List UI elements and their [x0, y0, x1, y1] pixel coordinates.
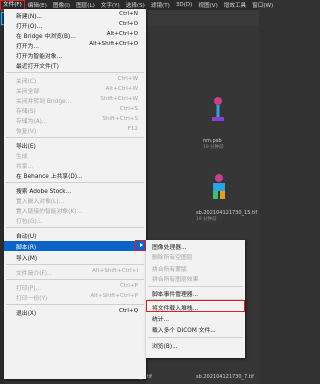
menu-item-place-linked[interactable]: 置入链接的智能对象(K)...: [4, 205, 146, 215]
thumbnail-nm-psb[interactable]: [208, 96, 228, 122]
menu-image[interactable]: 图像(I): [50, 1, 73, 9]
submenu-item-flatten-layer-effects[interactable]: 拼合所有图层效果: [146, 273, 245, 283]
menu-item-scripts[interactable]: 脚本(R): [4, 241, 146, 251]
file-menu-dropdown: 新建(N)... Ctrl+N 打开(O)... Ctrl+O 在 Bridge 中…: [4, 9, 146, 379]
menu-item-print[interactable]: 打印(P)... Ctrl+P: [4, 282, 146, 292]
menu-item-file-info[interactable]: 文件简介(F)... Alt+Shift+Ctrl+I: [4, 267, 146, 277]
menu-plugins[interactable]: 增效工具: [221, 1, 249, 9]
menu-view[interactable]: 视图(V): [195, 1, 220, 9]
menu-item-export[interactable]: 导出(E): [4, 140, 146, 150]
submenu-item-browse[interactable]: 浏览(B)...: [146, 340, 245, 350]
menu-item-close-goto-bridge[interactable]: 关闭并转到 Bridge... Shift+Ctrl+W: [4, 95, 146, 105]
menu-separator: [6, 304, 144, 305]
menu-item-save-as[interactable]: 存储为(A)... Shift+Ctrl+S: [4, 115, 146, 125]
menu-type[interactable]: 文字(Y): [98, 1, 123, 9]
submenu-item-statistics[interactable]: 统计...: [146, 313, 245, 323]
menu-item-browse-bridge[interactable]: 在 Bridge 中浏览(B)... Alt+Ctrl+O: [4, 30, 146, 40]
menu-separator: [6, 264, 144, 265]
submenu-item-image-processor[interactable]: 图像处理器...: [146, 241, 245, 251]
submenu-item-delete-empty-layers[interactable]: 删除所有空图层: [146, 251, 245, 261]
annotation-highlight-load-stack: [146, 300, 245, 312]
menu-separator: [6, 72, 144, 73]
menu-separator: [6, 137, 144, 138]
menu-separator: [148, 286, 243, 287]
menu-item-save[interactable]: 存储(S) Ctrl+S: [4, 105, 146, 115]
submenu-item-flatten-masks[interactable]: 拼合所有蒙版: [146, 263, 245, 273]
menu-item-exit[interactable]: 退出(X) Ctrl+Q: [4, 307, 146, 317]
menu-item-recent-files[interactable]: 最近打开文件(T): [4, 60, 146, 70]
submenu-item-load-dicom[interactable]: 载入多个 DICOM 文件...: [146, 324, 245, 334]
thumbnail-label: sb.202104121730_7.tif: [196, 374, 254, 380]
menu-item-automate[interactable]: 自动(U): [4, 230, 146, 240]
thumbnail-time: 19 分钟前: [203, 145, 224, 150]
menu-item-print-one-copy[interactable]: 打印一份(Y) Alt+Shift+Ctrl+P: [4, 292, 146, 302]
menu-separator: [6, 227, 144, 228]
menu-item-close-all[interactable]: 关闭全部 Alt+Ctrl+W: [4, 85, 146, 95]
menu-window[interactable]: 窗口(W): [249, 1, 276, 9]
menu-item-package[interactable]: 打包(G)...: [4, 215, 146, 225]
menu-item-generate[interactable]: 生成: [4, 150, 146, 160]
menu-edit[interactable]: 编辑(E): [25, 1, 50, 9]
menu-item-import[interactable]: 导入(M): [4, 252, 146, 262]
menu-item-place-embedded[interactable]: 置入嵌入对象(L)...: [4, 195, 146, 205]
menu-item-open-as[interactable]: 打开为... Alt+Shift+Ctrl+O: [4, 40, 146, 50]
menu-select[interactable]: 选择(S): [123, 1, 148, 9]
thumbnail-sb-15[interactable]: [209, 173, 229, 201]
menu-item-revert[interactable]: 恢复(V) F12: [4, 125, 146, 135]
image-preview-icon: [212, 97, 224, 121]
menu-item-close[interactable]: 关闭(C) Ctrl+W: [4, 75, 146, 85]
menu-separator: [148, 337, 243, 338]
menu-item-open-smart-object[interactable]: 打开为智能对象...: [4, 50, 146, 60]
thumbnail-time: 19 分钟前: [196, 217, 217, 222]
menu-item-share[interactable]: 共享...: [4, 160, 146, 170]
menu-separator: [6, 182, 144, 183]
menu-layer[interactable]: 图层(L): [73, 1, 98, 9]
menu-separator: [6, 279, 144, 280]
image-preview-icon: [213, 174, 225, 199]
menu-item-new[interactable]: 新建(N)... Ctrl+N: [4, 10, 146, 20]
menu-filter[interactable]: 滤镜(T): [148, 1, 173, 9]
menu-item-share-behance[interactable]: 在 Behance 上共享(D)...: [4, 170, 146, 180]
submenu-item-script-events-manager[interactable]: 脚本事件管理器...: [146, 288, 245, 298]
annotation-highlight-scripts: [135, 240, 146, 251]
menu-3d[interactable]: 3D(D): [173, 2, 196, 8]
scripts-submenu: 图像处理器... 删除所有空图层 拼合所有蒙版 拼合所有图层效果 脚本事件管理器…: [146, 240, 245, 358]
menu-item-open[interactable]: 打开(O)... Ctrl+O: [4, 20, 146, 30]
menu-item-search-stock[interactable]: 搜索 Adobe Stock...: [4, 185, 146, 195]
